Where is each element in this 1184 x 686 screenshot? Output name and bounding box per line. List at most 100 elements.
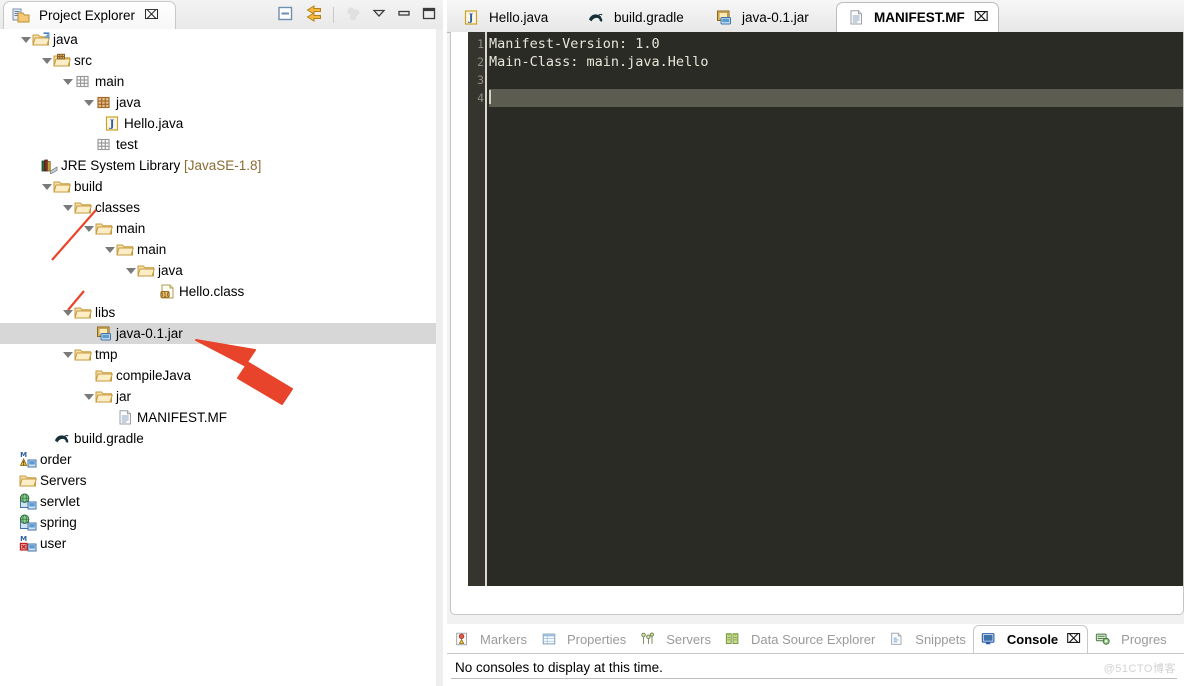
manifest-file-icon [116,409,134,426]
java-file-icon: J [462,9,480,26]
bottom-tab-markers[interactable]: Markers [447,626,534,653]
editor-tab-build-gradle[interactable]: build.gradle [577,2,694,32]
tree-item-jre-system-library[interactable]: JRE System Library [JavaSE-1.8] [0,155,436,176]
editor-tab-manifest-mf[interactable]: MANIFEST.MF ⌧ [836,2,999,32]
folder-icon [95,367,113,384]
maven-project-warn-icon: M [19,451,37,468]
svg-text:010: 010 [160,292,170,298]
maximize-icon[interactable] [421,5,437,24]
link-with-editor-icon[interactable] [303,4,322,25]
tree-item-java[interactable]: java [0,260,436,281]
focus-on-active-task-icon[interactable] [345,5,362,25]
bottom-tabstrip: Markers Properties Servers Data Source Expl… [447,624,1184,653]
tree-item-main[interactable]: main [0,239,436,260]
explorer-scrollbar[interactable] [436,29,443,686]
tree-item-hello-java[interactable]: J Hello.java [0,113,436,134]
package-empty-icon [74,73,92,90]
tree-item-label: classes [95,200,141,215]
tree-item-servlet[interactable]: servlet [0,491,436,512]
bottom-tab-properties[interactable]: Properties [534,626,633,653]
tree-item-build-gradle[interactable]: build.gradle [0,428,436,449]
code-lines[interactable]: Manifest-Version: 1.0 Main-Class: main.ja… [489,35,1183,107]
project-explorer-view: Project Explorer ⌧ java src main java J … [0,0,443,686]
close-icon[interactable]: ⌧ [144,8,159,23]
chevron-down-icon[interactable] [61,302,74,323]
tree-item-servers[interactable]: Servers [0,470,436,491]
bottom-tab-servers[interactable]: Servers [633,626,718,653]
manifest-editor[interactable]: 1 2 3 4 Manifest-Version: 1.0 Main-Class: ma… [450,32,1184,615]
chevron-down-icon[interactable] [82,218,95,239]
chevron-down-icon[interactable] [82,92,95,113]
snippets-icon [889,631,907,648]
view-menu-icon[interactable] [371,5,387,24]
code-line[interactable]: Manifest-Version: 1.0 [489,35,1183,53]
folder-icon [74,199,92,216]
tree-item-java-0-1-jar[interactable]: java-0.1.jar [0,323,436,344]
chevron-down-icon[interactable] [82,386,95,407]
tree-item-test[interactable]: test [0,134,436,155]
tree-item-libs[interactable]: libs [0,302,436,323]
editor-tab-label: Hello.java [489,9,549,25]
folder-icon [19,472,37,489]
code-line[interactable] [489,89,1183,107]
bottom-tab-console[interactable]: Console ⌧ [972,625,1089,653]
close-icon[interactable]: ⌧ [1066,632,1081,647]
chevron-down-icon[interactable] [40,176,53,197]
chevron-down-icon[interactable] [103,239,116,260]
tree-item-main[interactable]: main [0,218,436,239]
code-canvas[interactable]: 1 2 3 4 Manifest-Version: 1.0 Main-Class: ma… [468,32,1183,586]
chevron-down-icon[interactable] [61,197,74,218]
bottom-tab-progres[interactable]: Progres [1088,626,1174,653]
tree-item-src[interactable]: src [0,50,436,71]
tree-item-manifest-mf[interactable]: MANIFEST.MF [0,407,436,428]
editor-tab-hello-java[interactable]: J Hello.java [452,2,558,32]
chevron-down-icon[interactable] [61,71,74,92]
bottom-tab-snippets[interactable]: Snippets [882,626,973,653]
collapse-all-icon[interactable] [277,5,294,25]
chevron-down-icon[interactable] [61,344,74,365]
tree-item-hello-class[interactable]: 010 Hello.class [0,281,436,302]
markers-icon [454,631,472,648]
minimize-icon[interactable] [396,5,412,24]
tree-item-order[interactable]: Morder [0,449,436,470]
tree-item-label: Hello.class [179,284,245,299]
servers-icon [640,631,658,648]
java-file-icon: J [103,115,121,132]
tab-project-explorer[interactable]: Project Explorer ⌧ [3,1,176,29]
bottom-tab-data-source-explorer[interactable]: Data Source Explorer [718,626,882,653]
tree-item-build[interactable]: build [0,176,436,197]
tree-item-user[interactable]: Muser [0,533,436,554]
tree-item-compilejava[interactable]: compileJava [0,365,436,386]
close-icon[interactable]: ⌧ [974,10,989,25]
code-line[interactable]: Main-Class: main.java.Hello [489,53,1183,71]
bottom-tab-label: Servers [666,632,711,647]
chevron-down-icon[interactable] [124,260,137,281]
tree-item-main[interactable]: main [0,71,436,92]
tree-item-suffix: [JavaSE-1.8] [180,158,262,173]
project-tree[interactable]: java src main java J Hello.java test JRE System… [0,29,436,686]
tree-item-spring[interactable]: spring [0,512,436,533]
tree-item-java[interactable]: java [0,29,436,50]
chevron-down-icon[interactable] [19,29,32,50]
tree-item-tmp[interactable]: tmp [0,344,436,365]
code-line[interactable] [489,71,1183,89]
bottom-tab-label: Console [1006,632,1059,647]
editor-tab-label: build.gradle [614,9,684,25]
source-folder-icon [53,52,71,69]
svg-text:J: J [109,119,115,130]
tree-item-jar[interactable]: jar [0,386,436,407]
line-number: 3 [477,73,484,87]
editor-tab-java-0-1-jar[interactable]: java-0.1.jar [705,2,819,32]
bottom-tab-label: Data Source Explorer [751,632,876,647]
tree-item-java[interactable]: java [0,92,436,113]
chevron-down-icon[interactable] [40,50,53,71]
tree-item-classes[interactable]: classes [0,197,436,218]
web-project-icon [19,493,37,510]
